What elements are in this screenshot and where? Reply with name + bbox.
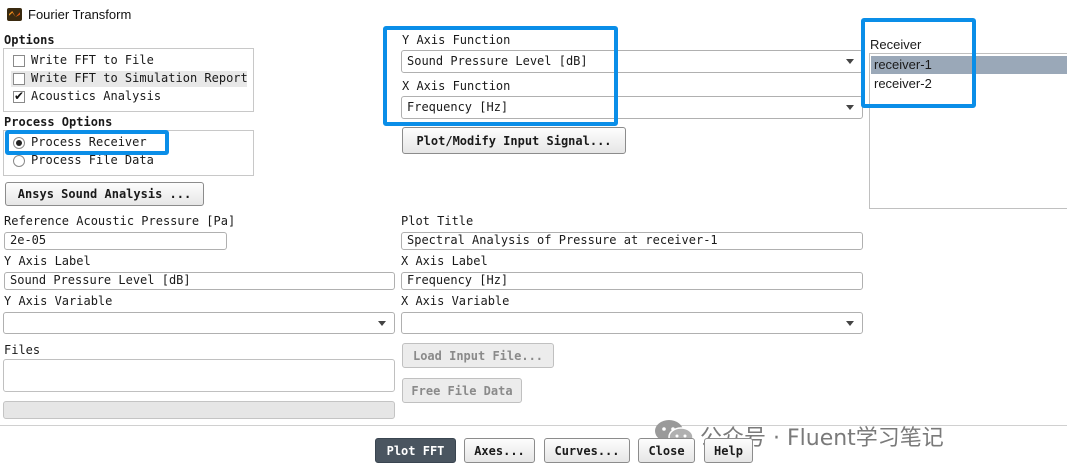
chevron-down-icon <box>378 321 386 326</box>
files-label: Files <box>4 343 41 357</box>
x-axis-label-input[interactable]: Frequency [Hz] <box>401 272 863 290</box>
chevron-down-icon <box>846 321 854 326</box>
plot-fft-button[interactable]: Plot FFT <box>375 438 456 463</box>
annotation-box-axis-functions <box>383 26 618 126</box>
window-title: Fourier Transform <box>28 7 132 22</box>
write-fft-report-label: Write FFT to Simulation Report <box>31 71 248 85</box>
option-write-fft-report[interactable]: Write FFT to Simulation Report <box>11 71 248 87</box>
write-fft-file-checkbox[interactable] <box>13 55 25 67</box>
annotation-box-receiver <box>861 18 976 108</box>
files-list[interactable] <box>3 359 395 392</box>
annotation-box-process-receiver <box>5 130 169 155</box>
write-fft-report-checkbox[interactable] <box>13 73 25 85</box>
files-scrollbar[interactable] <box>3 401 395 419</box>
plot-title-label: Plot Title <box>401 214 474 228</box>
acoustics-analysis-checkbox[interactable] <box>13 89 25 103</box>
close-button[interactable]: Close <box>638 438 695 463</box>
free-file-data-button[interactable]: Free File Data <box>402 378 522 403</box>
chevron-down-icon <box>846 105 854 110</box>
chevron-down-icon <box>846 59 854 64</box>
process-file-data-radio[interactable] <box>13 155 25 167</box>
acoustics-analysis-label: Acoustics Analysis <box>31 89 162 103</box>
option-write-fft-file[interactable]: Write FFT to File <box>11 53 247 69</box>
y-axis-label-label: Y Axis Label <box>4 254 91 268</box>
ansys-sound-analysis-button[interactable]: Ansys Sound Analysis ... <box>5 182 204 206</box>
process-file-data-label: Process File Data <box>31 153 154 167</box>
x-axis-variable-label: X Axis Variable <box>401 294 510 308</box>
y-axis-label-input[interactable]: Sound Pressure Level [dB] <box>4 272 395 290</box>
x-axis-label-label: X Axis Label <box>401 254 488 268</box>
help-button[interactable]: Help <box>704 438 753 463</box>
process-file-data-option[interactable]: Process File Data <box>11 153 161 169</box>
process-options-heading: Process Options <box>4 115 113 129</box>
option-acoustics-analysis[interactable]: Acoustics Analysis <box>11 89 247 105</box>
fluent-app-icon <box>7 8 22 21</box>
x-axis-variable-dropdown[interactable] <box>401 312 863 334</box>
reference-pressure-label: Reference Acoustic Pressure [Pa] <box>4 214 236 228</box>
write-fft-file-label: Write FFT to File <box>31 53 154 67</box>
plot-title-input[interactable]: Spectral Analysis of Pressure at receive… <box>401 232 863 250</box>
reference-pressure-input[interactable]: 2e-05 <box>4 232 227 250</box>
axes-button[interactable]: Axes... <box>464 438 535 463</box>
load-input-file-button[interactable]: Load Input File... <box>402 343 554 368</box>
options-heading: Options <box>4 33 55 47</box>
plot-modify-input-signal-button[interactable]: Plot/Modify Input Signal... <box>402 127 626 154</box>
y-axis-variable-dropdown[interactable] <box>3 312 395 334</box>
curves-button[interactable]: Curves... <box>544 438 630 463</box>
y-axis-variable-label: Y Axis Variable <box>4 294 113 308</box>
